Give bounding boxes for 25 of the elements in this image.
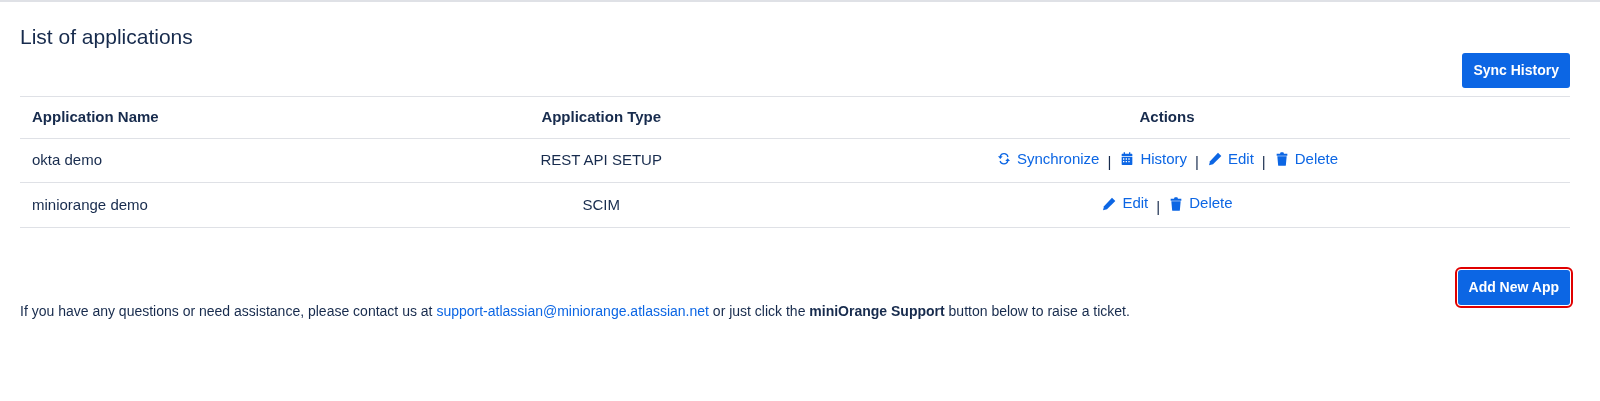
separator: | xyxy=(1156,197,1161,215)
pencil-icon xyxy=(1206,150,1223,167)
separator: | xyxy=(1107,152,1112,170)
table-cell: SCIM xyxy=(438,182,764,228)
column-header: Application Name xyxy=(20,96,439,138)
page-title: List of applications xyxy=(20,24,193,50)
column-header: Actions xyxy=(764,96,1570,138)
action-link[interactable]: Edit xyxy=(1206,147,1254,170)
column-header: Application Type xyxy=(438,96,764,138)
table-cell: miniorange demo xyxy=(20,182,439,228)
add-new-app-button[interactable]: Add New App xyxy=(1457,270,1570,305)
action-link[interactable]: Synchronize xyxy=(995,147,1100,170)
action-link[interactable]: Delete xyxy=(1168,192,1233,215)
separator: | xyxy=(1261,152,1266,170)
action-link[interactable]: Delete xyxy=(1273,147,1339,170)
separator: | xyxy=(1195,152,1199,170)
help-text: If you have any questions or need assistance, please contact us at support-atlassian@miniorange.atlassian.net or just click the miniOrange Support button below to raise a ticket. xyxy=(20,302,1131,321)
table-cell: REST API SETUP xyxy=(438,138,764,183)
pencil-icon xyxy=(1101,195,1118,212)
action-link[interactable]: History xyxy=(1119,147,1188,170)
sync-icon xyxy=(995,150,1012,167)
action-link[interactable]: Edit xyxy=(1101,192,1149,215)
sync-history-button[interactable]: Sync History xyxy=(1462,53,1570,88)
table-cell: okta demo xyxy=(20,138,439,183)
email-link[interactable]: support-atlassian@miniorange.atlassian.net xyxy=(436,303,709,319)
